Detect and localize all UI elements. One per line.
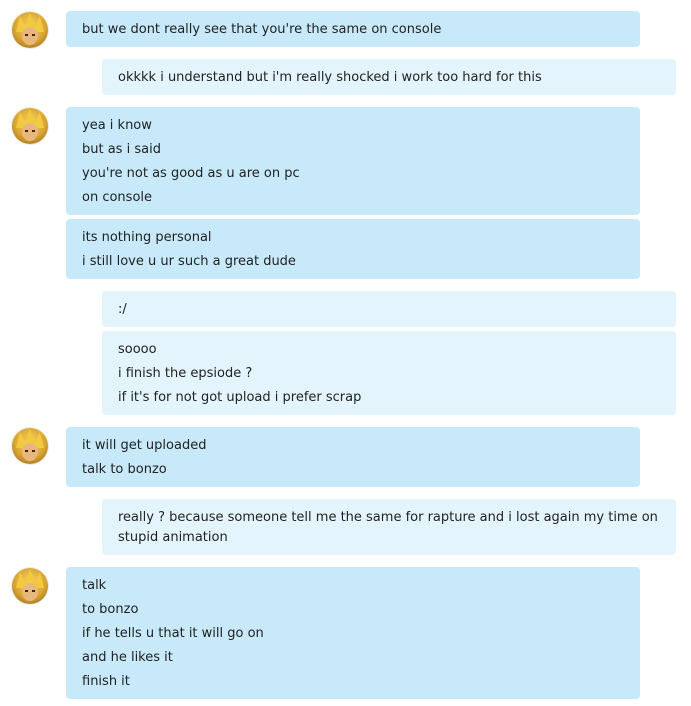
contact-avatar[interactable] — [12, 108, 48, 144]
message-text: if he tells u that it will go on — [82, 626, 264, 641]
message-text: to bonzo — [82, 602, 139, 617]
message-bubble-outgoing: really ? because someone tell me the sam… — [102, 499, 676, 555]
message-bubble-outgoing: okkkk i understand but i'm really shocke… — [102, 59, 676, 95]
message-text: you're not as good as u are on pc — [82, 166, 300, 181]
contact-avatar[interactable] — [12, 568, 48, 604]
message-text: but as i said — [82, 142, 161, 157]
message-text: really ? because someone tell me the sam… — [118, 510, 663, 545]
message-text: but we dont really see that you're the s… — [82, 22, 442, 37]
chat-conversation: but we dont really see that you're the s… — [0, 0, 691, 706]
message-text: yea i know — [82, 118, 152, 133]
message-text: soooo — [118, 342, 157, 357]
message-bubble-incoming: its nothing personal i still love u ur s… — [66, 219, 640, 279]
message-text: talk — [82, 578, 107, 593]
message-text: talk to bonzo — [82, 462, 167, 477]
message-text: if it's for not got upload i prefer scra… — [118, 390, 362, 405]
avatar-image-icon — [16, 109, 44, 141]
avatar-image-icon — [16, 569, 44, 601]
message-text: :/ — [118, 302, 127, 317]
message-text: its nothing personal — [82, 230, 212, 245]
message-text: i finish the epsiode ? — [118, 366, 253, 381]
contact-avatar[interactable] — [12, 12, 48, 48]
contact-avatar[interactable] — [12, 428, 48, 464]
message-bubble-incoming: but we dont really see that you're the s… — [66, 11, 640, 47]
message-text: and he likes it — [82, 650, 173, 665]
message-text: okkkk i understand but i'm really shocke… — [118, 70, 542, 85]
message-bubble-incoming: yea i know but as i said you're not as g… — [66, 107, 640, 215]
message-text: it will get uploaded — [82, 438, 207, 453]
message-text: on console — [82, 190, 153, 205]
avatar-image-icon — [16, 13, 44, 45]
message-bubble-incoming: talk to bonzo if he tells u that it will… — [66, 567, 640, 699]
avatar-image-icon — [16, 429, 44, 461]
message-bubble-outgoing: soooo i finish the epsiode ? if it's for… — [102, 331, 676, 415]
message-bubble-incoming: it will get uploaded talk to bonzo — [66, 427, 640, 487]
message-text: i still love u ur such a great dude — [82, 254, 296, 269]
message-text: finish it — [82, 674, 130, 689]
message-bubble-outgoing: :/ — [102, 291, 676, 327]
